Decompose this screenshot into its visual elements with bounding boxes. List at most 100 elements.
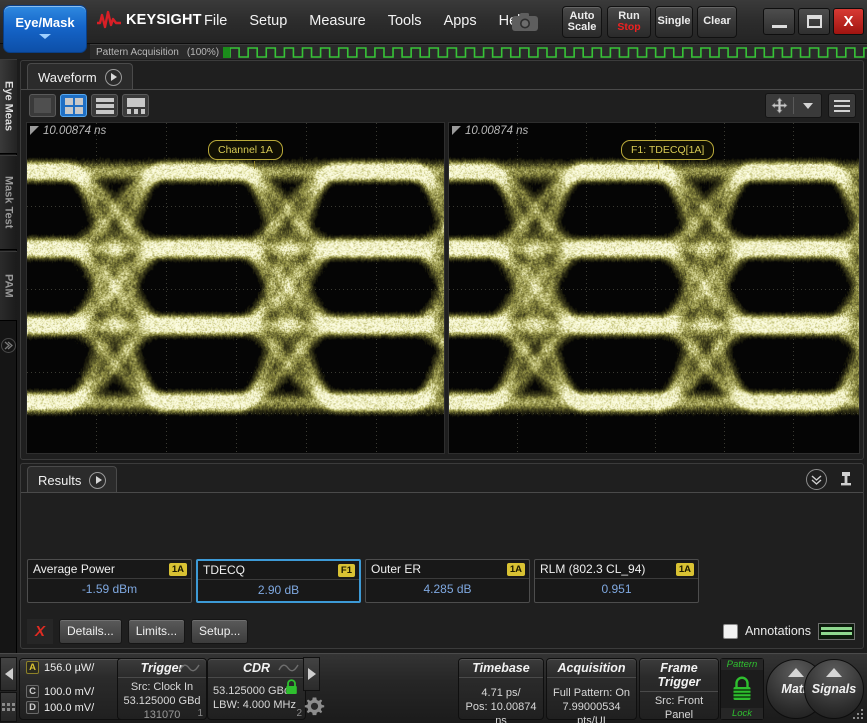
- clear-measurements-button[interactable]: X: [27, 619, 53, 644]
- channel-value-a: 156.0 µW/: [44, 662, 94, 674]
- trigger-line-2: 53.125000 GBd: [118, 694, 206, 708]
- keysight-logo: KEYSIGHT: [96, 10, 202, 30]
- menu-item-measure[interactable]: Measure: [298, 11, 376, 31]
- pan-tool-dropdown[interactable]: [794, 94, 821, 117]
- eye-diagram-left: [27, 123, 444, 453]
- graticule-time-label-left: 10.00874 ns: [43, 125, 106, 137]
- waveform-menu-button[interactable]: [828, 93, 856, 118]
- tab-results[interactable]: Results: [27, 466, 117, 493]
- menu-bar: File Setup Measure Tools Apps Help: [193, 11, 539, 31]
- measurement-header: RLM (802.3 CL_94) 1A: [535, 560, 698, 579]
- clear-button[interactable]: Clear: [697, 6, 737, 38]
- pan-move-icon[interactable]: [766, 94, 793, 117]
- swatch-line: [821, 627, 852, 630]
- lock-icon: [731, 676, 753, 702]
- graticule-corner-marker: [452, 126, 461, 135]
- channel-badge-left[interactable]: Channel 1A: [208, 140, 283, 160]
- tab-waveform[interactable]: Waveform: [27, 63, 133, 90]
- arrow-right-icon: [308, 668, 316, 680]
- annotations-color-swatch[interactable]: [818, 623, 855, 640]
- channel-chip-d: D: [26, 701, 39, 714]
- results-play-icon[interactable]: [89, 472, 106, 489]
- window-resize-grip[interactable]: [853, 709, 865, 721]
- acquisition-panel[interactable]: Acquisition Full Pattern: On 7.99000534 …: [546, 658, 637, 720]
- tab-underline: [21, 89, 863, 90]
- layout-quad-button[interactable]: [60, 94, 87, 117]
- single-button[interactable]: Single: [655, 6, 693, 38]
- run-stop-button[interactable]: Run Stop: [607, 6, 651, 38]
- sidebar-item-mask-test[interactable]: Mask Test: [0, 155, 17, 250]
- function-badge-right[interactable]: F1: TDECQ[1A]: [621, 140, 714, 160]
- layout-single-button[interactable]: [29, 94, 56, 117]
- status-scroll-right-button[interactable]: [303, 657, 320, 691]
- pattern-lock-bottom-label: Lock: [721, 708, 763, 719]
- gear-icon: [304, 696, 325, 717]
- arrow-left-icon: [5, 668, 13, 680]
- tab-underline: [21, 492, 863, 493]
- frame-trigger-line-1: Src: Front Panel: [640, 694, 718, 722]
- screenshot-camera-icon[interactable]: [508, 9, 542, 35]
- measurement-average-power[interactable]: Average Power 1A -1.59 dBm: [27, 559, 192, 603]
- waveform-play-icon[interactable]: [105, 69, 122, 86]
- graticule-tdecq-f1[interactable]: 10.00874 ns F1: TDECQ[1A]: [448, 122, 860, 454]
- eye-trace-canvas-left: [27, 123, 444, 453]
- view-toolbar: [765, 93, 856, 118]
- rail-label-eye-meas: Eye Meas: [3, 81, 15, 131]
- pattern-acquisition-percent: (100%): [179, 47, 219, 58]
- channel-chip-c: C: [26, 685, 39, 698]
- hamburger-line: [834, 105, 850, 107]
- pattern-progress-waveform: [223, 46, 867, 59]
- frame-trigger-title: Frame Trigger: [640, 659, 718, 692]
- play-triangle: [96, 476, 102, 484]
- clear-label: Clear: [703, 16, 731, 28]
- eye-mask-mode-button[interactable]: Eye/Mask: [3, 5, 87, 53]
- eye-mask-label: Eye/Mask: [15, 15, 74, 30]
- pattern-lock-top-label: Pattern: [721, 659, 763, 670]
- camera-glyph: [508, 9, 542, 35]
- status-grid-button[interactable]: [0, 692, 17, 722]
- play-triangle: [111, 73, 117, 81]
- chevrons-right-icon: [1, 338, 16, 353]
- status-scroll-left-button[interactable]: [0, 657, 17, 691]
- status-settings-button[interactable]: [303, 690, 325, 722]
- close-window-button[interactable]: X: [833, 8, 864, 35]
- layout-mixed-button[interactable]: [122, 94, 149, 117]
- details-button[interactable]: Details...: [59, 619, 122, 644]
- trigger-panel[interactable]: Trigger Src: Clock In 53.125000 GBd 1310…: [117, 658, 207, 720]
- measurement-rlm[interactable]: RLM (802.3 CL_94) 1A 0.951: [534, 559, 699, 603]
- close-icon: X: [843, 13, 853, 30]
- graticule-channel-1a[interactable]: 10.00874 ns Channel 1A: [26, 122, 445, 454]
- results-pin-button[interactable]: [839, 471, 853, 489]
- cdr-panel[interactable]: CDR 53.125000 GBd LBW: 4.000 MHz 2: [207, 658, 306, 720]
- measurement-outer-er[interactable]: Outer ER 1A 4.285 dB: [365, 559, 530, 603]
- menu-item-tools[interactable]: Tools: [377, 11, 433, 31]
- oscilloscope-app: KEYSIGHT File Setup Measure Tools Apps H…: [0, 0, 867, 723]
- swatch-line: [821, 632, 852, 635]
- measurement-source-chip: 1A: [169, 563, 187, 576]
- annotations-checkbox[interactable]: [723, 624, 738, 639]
- maximize-window-button[interactable]: [798, 8, 830, 35]
- setup-button[interactable]: Setup...: [191, 619, 248, 644]
- hamburger-line: [834, 110, 850, 112]
- pin-glyph: [839, 471, 853, 489]
- rail-expand-button[interactable]: [0, 322, 17, 368]
- main-content: Waveform: [17, 59, 867, 653]
- trigger-link-icon: [179, 663, 201, 672]
- layout-rows-button[interactable]: [91, 94, 118, 117]
- trigger-line-1: Src: Clock In: [118, 680, 206, 694]
- menu-item-file[interactable]: File: [193, 11, 238, 31]
- sidebar-item-eye-meas[interactable]: Eye Meas: [0, 59, 17, 154]
- trigger-line-3: 131070: [118, 708, 206, 722]
- frame-trigger-panel[interactable]: Frame Trigger Src: Front Panel 53.125000…: [639, 658, 719, 720]
- results-collapse-button[interactable]: [806, 469, 827, 490]
- knob-up-arrow-icon: [788, 668, 804, 677]
- minimize-window-button[interactable]: [763, 8, 795, 35]
- menu-item-setup[interactable]: Setup: [238, 11, 298, 31]
- pattern-lock-indicator[interactable]: Pattern Lock: [720, 658, 764, 720]
- menu-item-apps[interactable]: Apps: [433, 11, 488, 31]
- limits-button[interactable]: Limits...: [128, 619, 185, 644]
- measurement-tdecq[interactable]: TDECQ F1 2.90 dB: [196, 559, 361, 603]
- auto-scale-button[interactable]: Auto Scale: [562, 6, 602, 38]
- sidebar-item-pam[interactable]: PAM: [0, 251, 17, 321]
- timebase-panel[interactable]: Timebase 4.71 ps/ Pos: 10.00874 ns: [458, 658, 544, 720]
